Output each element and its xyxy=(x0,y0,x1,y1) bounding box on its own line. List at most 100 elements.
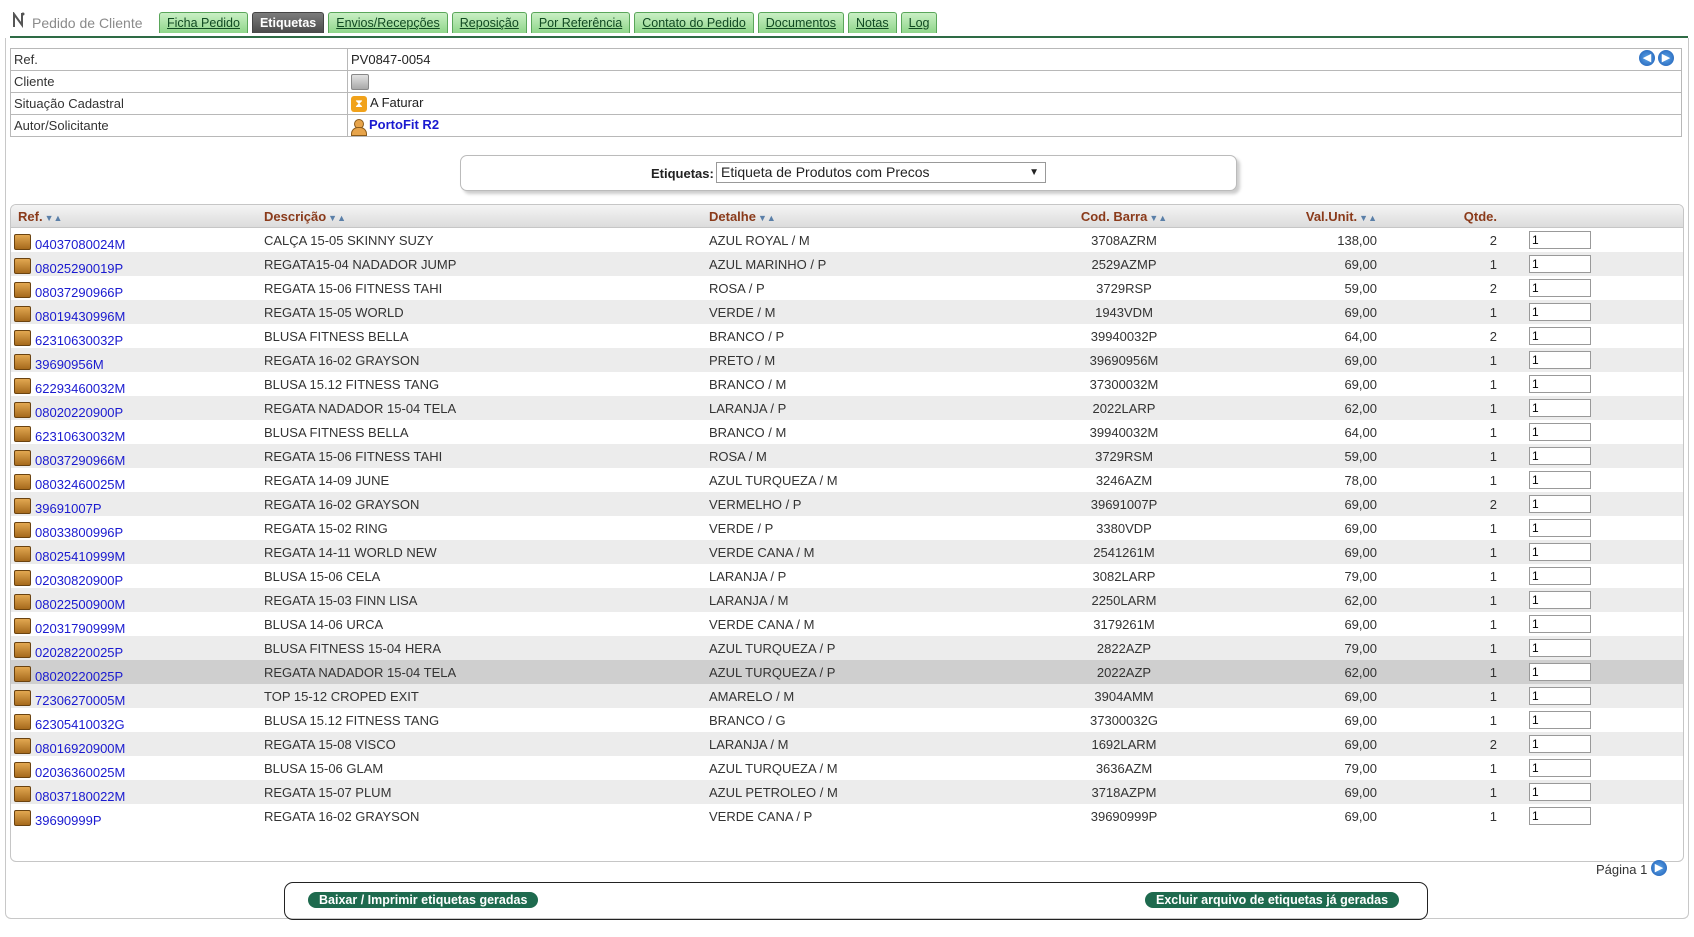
label-count-input[interactable] xyxy=(1529,687,1591,705)
label-count-input[interactable] xyxy=(1529,279,1591,297)
product-ref-link[interactable]: 02030820900P xyxy=(35,573,123,588)
previous-record-icon[interactable]: ◀ xyxy=(1639,50,1655,66)
label-count-input[interactable] xyxy=(1529,423,1591,441)
label-count-input[interactable] xyxy=(1529,255,1591,273)
tab-log[interactable]: Log xyxy=(900,12,938,33)
label-count-input[interactable] xyxy=(1529,375,1591,393)
product-ref-link[interactable]: 39690999P xyxy=(35,813,102,828)
next-record-icon[interactable]: ▶ xyxy=(1658,50,1674,66)
label-count-input[interactable] xyxy=(1529,471,1591,489)
table-row[interactable]: 08019430996M REGATA 15-05 WORLD VERDE / M1… xyxy=(11,300,1683,324)
sort-icon[interactable]: ▼▲ xyxy=(1359,213,1377,223)
sort-icon[interactable]: ▼▲ xyxy=(1149,213,1167,223)
tab-etiquetas[interactable]: Etiquetas xyxy=(251,12,325,33)
label-count-input[interactable] xyxy=(1529,711,1591,729)
label-count-input[interactable] xyxy=(1529,567,1591,585)
table-row[interactable]: 39690956M REGATA 16-02 GRAYSON PRETO / M 39… xyxy=(11,348,1683,372)
table-row[interactable]: 62310630032M BLUSA FITNESS BELLA BRANCO / … xyxy=(11,420,1683,444)
table-row[interactable]: 08032460025M REGATA 14-09 JUNE AZUL TURQUE… xyxy=(11,468,1683,492)
col-header-detail[interactable]: Detalhe ▼▲ xyxy=(709,205,1021,228)
label-count-input[interactable] xyxy=(1529,807,1591,825)
table-row[interactable]: 08037290966P REGATA 15-06 FITNESS TAHI ROS… xyxy=(11,276,1683,300)
tab-ficha-pedido[interactable]: Ficha Pedido xyxy=(159,12,248,33)
label-count-input[interactable] xyxy=(1529,495,1591,513)
table-row[interactable]: 08020220025P REGATA NADADOR 15-04 TELA AZU… xyxy=(11,660,1683,684)
product-ref-link[interactable]: 72306270005M xyxy=(35,693,125,708)
label-count-input[interactable] xyxy=(1529,783,1591,801)
product-ref-link[interactable]: 62310630032M xyxy=(35,429,125,444)
product-ref-link[interactable]: 08020220025P xyxy=(35,669,123,684)
table-row[interactable]: 39690999P REGATA 16-02 GRAYSON VERDE CANA … xyxy=(11,804,1683,828)
col-header-unit-price[interactable]: Val.Unit. ▼▲ xyxy=(1227,205,1377,228)
print-labels-button[interactable]: Baixar / Imprimir etiquetas geradas xyxy=(308,892,539,908)
label-count-input[interactable] xyxy=(1529,231,1591,249)
product-ref-link[interactable]: 08019430996M xyxy=(35,309,125,324)
product-ref-link[interactable]: 39690956M xyxy=(35,357,104,372)
table-row[interactable]: 02028220025P BLUSA FITNESS 15-04 HERA AZUL… xyxy=(11,636,1683,660)
tab-contato-do-pedido[interactable]: Contato do Pedido xyxy=(634,12,754,33)
product-ref-link[interactable]: 08022500900M xyxy=(35,597,125,612)
col-header-desc[interactable]: Descrição ▼▲ xyxy=(264,205,709,228)
sort-icon[interactable]: ▼▲ xyxy=(45,213,63,223)
col-header-ref[interactable]: Ref. ▼▲ xyxy=(11,205,264,228)
label-count-input[interactable] xyxy=(1529,519,1591,537)
table-row[interactable]: 04037080024M CALÇA 15-05 SKINNY SUZY AZUL … xyxy=(11,228,1683,252)
product-ref-link[interactable]: 08037290966M xyxy=(35,453,125,468)
table-row[interactable]: 08025410999M REGATA 14-11 WORLD NEW VERDE … xyxy=(11,540,1683,564)
label-count-input[interactable] xyxy=(1529,447,1591,465)
product-ref-link[interactable]: 08032460025M xyxy=(35,477,125,492)
table-row[interactable]: 08037290966M REGATA 15-06 FITNESS TAHI ROS… xyxy=(11,444,1683,468)
tab-reposi-o[interactable]: Reposição xyxy=(451,12,527,33)
label-count-input[interactable] xyxy=(1529,639,1591,657)
table-row[interactable]: 02036360025M BLUSA 15-06 GLAM AZUL TURQUEZ… xyxy=(11,756,1683,780)
tab-envios-recep-es[interactable]: Envios/Recepções xyxy=(328,12,448,33)
table-row[interactable]: 08020220900P REGATA NADADOR 15-04 TELA LAR… xyxy=(11,396,1683,420)
table-row[interactable]: 08022500900M REGATA 15-03 FINN LISA LARANJ… xyxy=(11,588,1683,612)
label-count-input[interactable] xyxy=(1529,351,1591,369)
label-count-input[interactable] xyxy=(1529,615,1591,633)
label-count-input[interactable] xyxy=(1529,399,1591,417)
product-ref-link[interactable]: 08016920900M xyxy=(35,741,125,756)
label-count-input[interactable] xyxy=(1529,591,1591,609)
table-row[interactable]: 62293460032M BLUSA 15.12 FITNESS TANG BRAN… xyxy=(11,372,1683,396)
tab-notas[interactable]: Notas xyxy=(847,12,897,33)
client-card-icon[interactable] xyxy=(351,73,369,90)
label-count-input[interactable] xyxy=(1529,735,1591,753)
table-row[interactable]: 62310630032P BLUSA FITNESS BELLA BRANCO / … xyxy=(11,324,1683,348)
table-row[interactable]: 72306270005M TOP 15-12 CROPED EXIT AMARELO… xyxy=(11,684,1683,708)
product-ref-link[interactable]: 08020220900P xyxy=(35,405,123,420)
next-page-icon[interactable]: ▶ xyxy=(1650,859,1667,876)
product-ref-link[interactable]: 39691007P xyxy=(35,501,102,516)
label-count-input[interactable] xyxy=(1529,327,1591,345)
sort-icon[interactable]: ▼▲ xyxy=(758,213,776,223)
product-ref-link[interactable]: 62293460032M xyxy=(35,381,125,396)
author-link[interactable]: PortoFit R2 xyxy=(369,117,439,132)
product-ref-link[interactable]: 08025290019P xyxy=(35,261,123,276)
label-count-input[interactable] xyxy=(1529,303,1591,321)
table-row[interactable]: 08016920900M REGATA 15-08 VISCO LARANJA / … xyxy=(11,732,1683,756)
product-ref-link[interactable]: 08037290966P xyxy=(35,285,123,300)
product-ref-link[interactable]: 08025410999M xyxy=(35,549,125,564)
tab-por-refer-ncia[interactable]: Por Referência xyxy=(530,12,631,33)
table-row[interactable]: 62305410032G BLUSA 15.12 FITNESS TANG BRAN… xyxy=(11,708,1683,732)
label-count-input[interactable] xyxy=(1529,543,1591,561)
sort-icon[interactable]: ▼▲ xyxy=(328,213,346,223)
product-ref-link[interactable]: 02028220025P xyxy=(35,645,123,660)
label-count-input[interactable] xyxy=(1529,663,1591,681)
product-ref-link[interactable]: 04037080024M xyxy=(35,237,125,252)
col-header-barcode[interactable]: Cod. Barra ▼▲ xyxy=(1021,205,1227,228)
product-ref-link[interactable]: 62305410032G xyxy=(35,717,125,732)
tab-documentos[interactable]: Documentos xyxy=(757,12,844,33)
table-row[interactable]: 39691007P REGATA 16-02 GRAYSON VERMELHO / … xyxy=(11,492,1683,516)
product-ref-link[interactable]: 02036360025M xyxy=(35,765,125,780)
label-count-input[interactable] xyxy=(1529,759,1591,777)
product-ref-link[interactable]: 08033800996P xyxy=(35,525,123,540)
delete-labels-button[interactable]: Excluir arquivo de etiquetas já geradas xyxy=(1145,892,1400,908)
label-type-select[interactable]: Etiqueta de Produtos com Precos ▼ xyxy=(716,162,1046,183)
table-row[interactable]: 08037180022M REGATA 15-07 PLUM AZUL PETROL… xyxy=(11,780,1683,804)
table-row[interactable]: 08025290019P REGATA15-04 NADADOR JUMP AZUL… xyxy=(11,252,1683,276)
table-row[interactable]: 02031790999M BLUSA 14-06 URCA VERDE CANA /… xyxy=(11,612,1683,636)
product-ref-link[interactable]: 08037180022M xyxy=(35,789,125,804)
product-ref-link[interactable]: 62310630032P xyxy=(35,333,123,348)
table-row[interactable]: 02030820900P BLUSA 15-06 CELA LARANJA / P 3… xyxy=(11,564,1683,588)
